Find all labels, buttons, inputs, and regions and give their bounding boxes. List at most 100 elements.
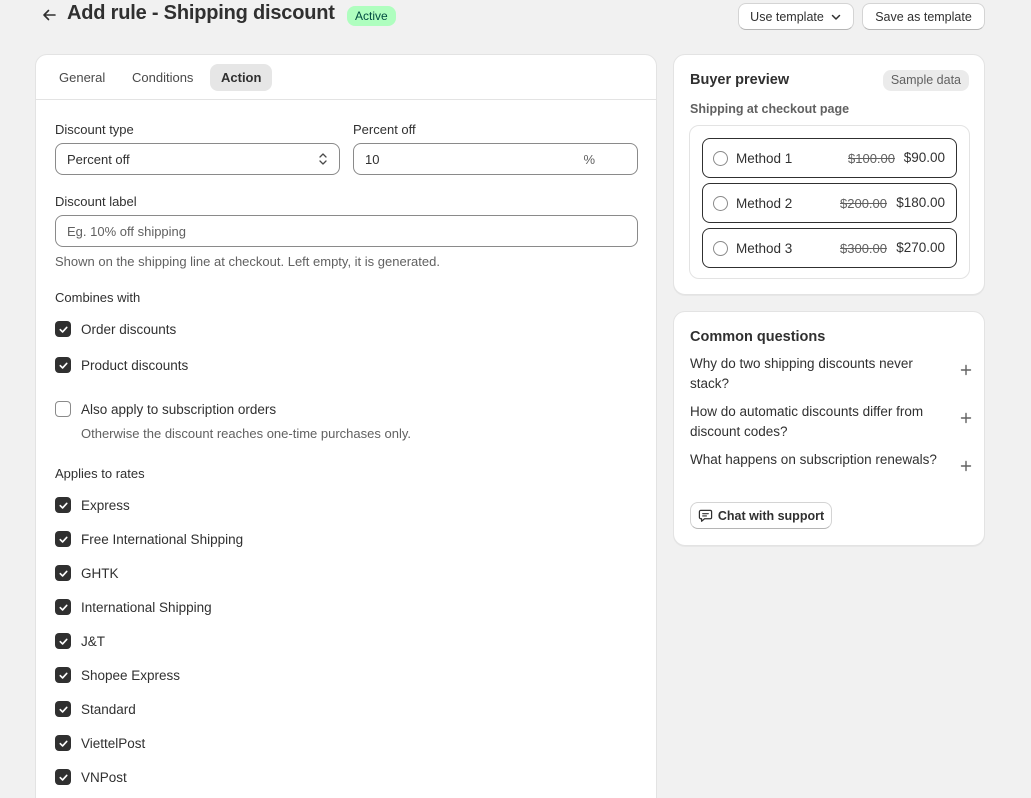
checkbox-checked[interactable]: [55, 633, 71, 649]
percent-suffix: %: [583, 152, 595, 167]
rate-ghtk[interactable]: GHTK: [55, 563, 119, 583]
checkbox-label: Free International Shipping: [81, 531, 244, 547]
checkmark-icon: [58, 706, 68, 713]
back-button[interactable]: [38, 4, 60, 26]
faq-item[interactable]: How do automatic discounts differ from d…: [690, 402, 972, 442]
page-title: Add rule - Shipping discount: [67, 2, 335, 24]
status-badge: Active: [347, 6, 396, 26]
rate-shopee-express[interactable]: Shopee Express: [55, 665, 180, 685]
original-price: $100.00: [848, 151, 895, 166]
plus-icon[interactable]: [960, 460, 972, 472]
subscription-orders-option[interactable]: Also apply to subscription orders: [55, 399, 276, 419]
arrow-left-icon: [43, 9, 56, 21]
applies-to-rates-label: Applies to rates: [55, 466, 145, 481]
discounted-price: $270.00: [896, 240, 945, 255]
checkbox-label: International Shipping: [81, 599, 212, 615]
rate-viettelpost[interactable]: ViettelPost: [55, 733, 145, 753]
discount-label-help: Shown on the shipping line at checkout. …: [55, 254, 440, 269]
checkbox-label: GHTK: [81, 565, 119, 581]
plus-icon[interactable]: [960, 412, 972, 424]
checkmark-icon: [58, 638, 68, 645]
sample-data-badge: Sample data: [882, 70, 969, 91]
checkmark-icon: [58, 362, 68, 369]
faq-question: What happens on subscription renewals?: [690, 452, 937, 467]
checkbox-checked[interactable]: [55, 357, 71, 373]
tab-bar: General Conditions Action: [36, 55, 656, 100]
percent-off-input[interactable]: 10 %: [353, 143, 638, 175]
plus-icon[interactable]: [960, 364, 972, 376]
faq-question: How do automatic discounts differ from d…: [690, 404, 924, 439]
checkbox-checked[interactable]: [55, 565, 71, 581]
shipping-method-option[interactable]: Method 1 $100.00 $90.00: [702, 138, 957, 178]
checkbox-label: Order discounts: [81, 321, 177, 337]
common-questions-title: Common questions: [690, 329, 826, 345]
checkbox-checked[interactable]: [55, 701, 71, 717]
checkbox-checked[interactable]: [55, 769, 71, 785]
radio-button[interactable]: [713, 241, 728, 256]
discount-type-value: Percent off: [67, 151, 130, 167]
checkmark-icon: [58, 740, 68, 747]
discount-type-select[interactable]: Percent off: [55, 143, 340, 175]
percent-off-label: Percent off: [353, 122, 416, 137]
checkbox-label: Standard: [81, 701, 136, 717]
checkmark-icon: [58, 326, 68, 333]
shipping-methods-preview: Method 1 $100.00 $90.00 Method 2 $200.00…: [689, 125, 970, 279]
checkbox-label: J&T: [81, 633, 106, 649]
tab-general[interactable]: General: [48, 64, 116, 91]
checkbox-checked[interactable]: [55, 531, 71, 547]
common-questions-card: Common questions Why do two shipping dis…: [673, 311, 985, 546]
discount-type-label: Discount type: [55, 122, 134, 137]
checkbox-label: Also apply to subscription orders: [81, 401, 277, 417]
original-price: $200.00: [840, 196, 887, 211]
rate-jt[interactable]: J&T: [55, 631, 105, 651]
use-template-label: Use template: [750, 9, 824, 24]
tab-action[interactable]: Action: [210, 64, 273, 91]
chat-with-support-button[interactable]: Chat with support: [690, 502, 832, 529]
tab-conditions[interactable]: Conditions: [121, 64, 204, 91]
method-name: Method 1: [736, 151, 793, 166]
faq-item[interactable]: Why do two shipping discounts never stac…: [690, 354, 972, 394]
rate-express[interactable]: Express: [55, 495, 130, 515]
method-name: Method 2: [736, 196, 793, 211]
use-template-button[interactable]: Use template: [738, 3, 854, 30]
combines-with-label: Combines with: [55, 290, 141, 305]
checkbox-checked[interactable]: [55, 667, 71, 683]
subscription-help: Otherwise the discount reaches one-time …: [81, 426, 411, 441]
checkbox-checked[interactable]: [55, 735, 71, 751]
checkmark-icon: [58, 672, 68, 679]
combine-order-discounts[interactable]: Order discounts: [55, 319, 176, 339]
checkbox-label: ViettelPost: [81, 735, 146, 751]
checkmark-icon: [58, 774, 68, 781]
checkmark-icon: [58, 604, 68, 611]
buyer-preview-title: Buyer preview: [690, 72, 790, 88]
preview-subheading: Shipping at checkout page: [690, 102, 850, 116]
rate-standard[interactable]: Standard: [55, 699, 136, 719]
discount-label-label: Discount label: [55, 194, 137, 209]
checkbox-label: VNPost: [81, 769, 127, 785]
checkbox-checked[interactable]: [55, 321, 71, 337]
checkmark-icon: [58, 502, 68, 509]
discount-label-input[interactable]: Eg. 10% off shipping: [55, 215, 638, 247]
page-header: Add rule - Shipping discount Active Use …: [0, 0, 1031, 34]
rule-form-card: General Conditions Action Discount type …: [35, 54, 657, 798]
radio-button[interactable]: [713, 196, 728, 211]
radio-button[interactable]: [713, 151, 728, 166]
shipping-method-option[interactable]: Method 2 $200.00 $180.00: [702, 183, 957, 223]
chevron-down-icon: [831, 14, 841, 20]
discounted-price: $180.00: [896, 195, 945, 210]
save-as-template-button[interactable]: Save as template: [862, 3, 985, 30]
checkbox-label: Shopee Express: [81, 667, 181, 683]
chat-bubble-icon: [698, 509, 713, 522]
faq-item[interactable]: What happens on subscription renewals?: [690, 450, 972, 472]
checkbox-checked[interactable]: [55, 599, 71, 615]
checkbox-checked[interactable]: [55, 497, 71, 513]
rate-free-international-shipping[interactable]: Free International Shipping: [55, 529, 243, 549]
rate-international-shipping[interactable]: International Shipping: [55, 597, 212, 617]
rate-vnpost[interactable]: VNPost: [55, 767, 127, 787]
checkbox-unchecked[interactable]: [55, 401, 71, 417]
faq-question: Why do two shipping discounts never stac…: [690, 356, 913, 391]
combine-product-discounts[interactable]: Product discounts: [55, 355, 188, 375]
checkmark-icon: [58, 536, 68, 543]
shipping-method-option[interactable]: Method 3 $300.00 $270.00: [702, 228, 957, 268]
select-chevrons-icon: [319, 153, 327, 165]
